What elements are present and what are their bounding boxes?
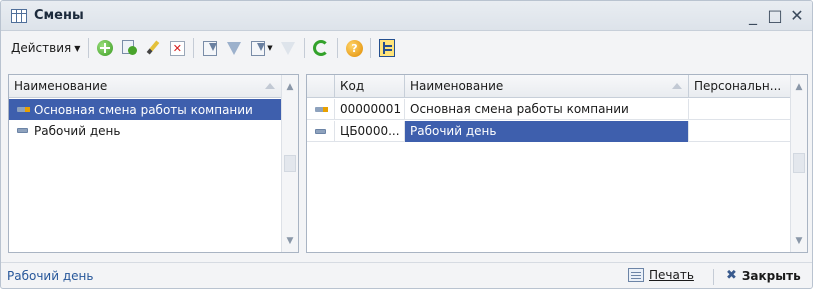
status-bar: Рабочий день Печать ✖ Закрыть [1, 262, 812, 288]
name-cell: Рабочий день [405, 120, 689, 142]
tree-row[interactable]: Рабочий день [9, 120, 281, 141]
close-label: Закрыть [741, 268, 801, 283]
clear-filter-button[interactable] [277, 37, 299, 59]
add-icon [97, 40, 114, 56]
filter-menu-button[interactable]: ▼ [247, 37, 275, 59]
close-button[interactable]: ✖ Закрыть [726, 268, 801, 283]
delete-icon: ✕ [169, 40, 185, 56]
print-button[interactable]: Печать [628, 268, 694, 282]
pencil-icon [145, 40, 161, 56]
row-icon-cell [307, 98, 335, 120]
personal-cell [689, 99, 790, 120]
table-row[interactable]: ЦБ0000... Рабочий день [307, 120, 790, 142]
column-header-name[interactable]: Наименование [405, 74, 689, 98]
window: Смены _ □ ✕ Действия ▼ ✕ ▼ ? Наименовани… [0, 0, 813, 289]
window-title: Смены [34, 8, 84, 23]
funnel-icon [227, 41, 242, 55]
close-window-button[interactable]: ✕ [786, 5, 808, 25]
sort-icon [672, 82, 682, 89]
actions-label: Действия [11, 41, 72, 55]
close-icon: ✖ [726, 268, 737, 283]
code-cell: ЦБ0000... [335, 120, 405, 142]
column-header-label: Наименование [14, 79, 108, 93]
toolbar-separator [88, 38, 90, 58]
item-icon [17, 128, 28, 133]
column-header-label: Персональн... [694, 79, 782, 93]
funnel-button[interactable] [223, 37, 245, 59]
print-label: Печать [649, 268, 694, 282]
filter-button[interactable] [199, 37, 221, 59]
status-separator [713, 269, 714, 285]
table-header: Код Наименование Персональн... [307, 74, 790, 98]
tree-view-icon [379, 39, 396, 57]
chevron-down-icon: ▼ [267, 44, 273, 52]
title-bar: Смены _ □ ✕ [1, 1, 812, 31]
items-table[interactable]: Код Наименование Персональн... 00000001 … [306, 74, 808, 253]
vertical-scrollbar[interactable]: ▲ ▼ [790, 75, 807, 252]
scroll-down-icon[interactable]: ▼ [282, 232, 298, 249]
name-cell: Основная смена работы компании [405, 98, 689, 120]
toolbar-separator [370, 38, 372, 58]
tree-row[interactable]: Основная смена работы компании [9, 99, 281, 120]
column-header-name[interactable]: Наименование [9, 75, 281, 98]
chevron-down-icon: ▼ [74, 43, 81, 53]
clear-filter-icon [281, 41, 296, 55]
item-icon [315, 128, 326, 134]
copy-button[interactable] [118, 37, 140, 59]
delete-button[interactable]: ✕ [166, 37, 188, 59]
filter-menu-icon [250, 40, 266, 56]
status-text: Рабочий день [7, 268, 94, 283]
print-icon [628, 268, 644, 282]
scroll-down-icon[interactable]: ▼ [791, 232, 807, 249]
maximize-button[interactable]: □ [764, 5, 786, 25]
toolbar-separator [193, 38, 195, 58]
column-header-personal[interactable]: Персональн... [689, 75, 790, 98]
column-header-icon[interactable] [307, 74, 335, 98]
window-controls: _ □ ✕ [742, 5, 808, 25]
minimize-button[interactable]: _ [742, 5, 764, 25]
actions-menu-button[interactable]: Действия ▼ [7, 37, 84, 59]
tree-view-button[interactable] [376, 37, 398, 59]
scroll-up-icon[interactable]: ▲ [282, 78, 298, 95]
vertical-scrollbar[interactable]: ▲ ▼ [281, 75, 298, 252]
table-icon [11, 8, 27, 23]
folder-icon [315, 106, 328, 112]
row-icon-cell [307, 120, 335, 142]
scroll-up-icon[interactable]: ▲ [791, 78, 807, 95]
refresh-button[interactable] [310, 37, 332, 59]
filter-icon [202, 40, 218, 56]
column-header-label: Код [340, 79, 365, 93]
folder-icon [17, 107, 30, 112]
toolbar-separator [337, 38, 339, 58]
tree-row-content: Основная смена работы компании [9, 103, 253, 117]
add-button[interactable] [94, 37, 116, 59]
column-header-code[interactable]: Код [335, 74, 405, 98]
sort-icon [265, 82, 275, 89]
scroll-thumb[interactable] [793, 153, 805, 173]
tree-row-label: Основная смена работы компании [34, 102, 253, 117]
toolbar-separator [304, 38, 306, 58]
help-button[interactable]: ? [343, 37, 365, 59]
toolbar: Действия ▼ ✕ ▼ ? [7, 34, 807, 62]
table-row[interactable]: 00000001 Основная смена работы компании [307, 98, 790, 120]
edit-button[interactable] [142, 37, 164, 59]
personal-cell [689, 121, 790, 142]
tree-row-content: Рабочий день [9, 124, 120, 138]
column-header-label: Наименование [410, 79, 504, 93]
copy-icon [121, 40, 137, 56]
tree-header: Наименование [9, 75, 281, 98]
help-icon: ? [345, 39, 363, 57]
refresh-icon [313, 40, 330, 56]
groups-tree[interactable]: Наименование Основная смена работы компа… [8, 74, 299, 253]
code-cell: 00000001 [335, 98, 405, 120]
scroll-thumb[interactable] [284, 155, 296, 172]
tree-row-label: Рабочий день [34, 123, 121, 138]
